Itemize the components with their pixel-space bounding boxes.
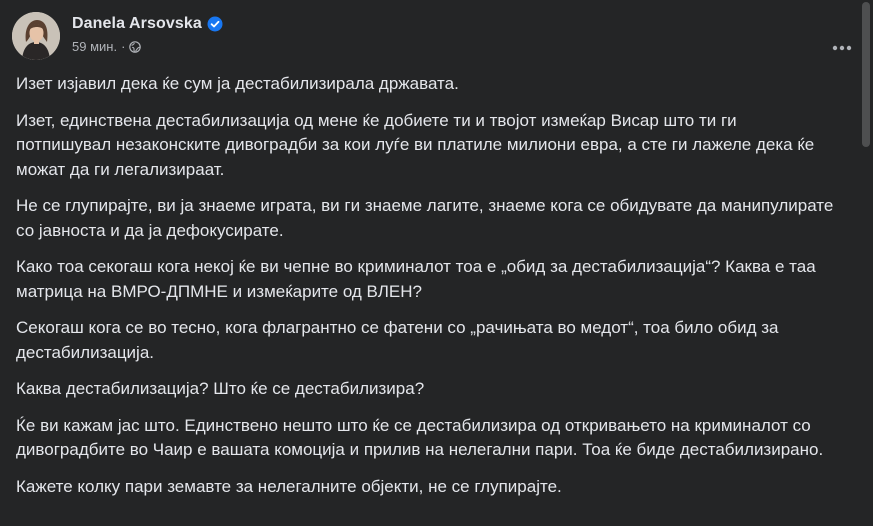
post-paragraph: Каква дестабилизација? Што ќе се дестаби… — [16, 379, 425, 398]
author-avatar[interactable] — [12, 12, 60, 60]
scrollbar[interactable] — [859, 0, 873, 526]
more-options-button[interactable] — [824, 30, 860, 66]
verified-badge-icon — [207, 16, 223, 32]
post-paragraph: Кажете колку пари земавте за нелегалните… — [16, 476, 562, 496]
author-name[interactable]: Danela Arsovska — [72, 15, 202, 33]
post-paragraph: Како тоа секогаш кога некој ќе ви чепне … — [16, 257, 816, 301]
post-meta: 59 мин. · — [72, 39, 142, 54]
post-paragraph: Не се глупирајте, ви ја знаеме играта, в… — [16, 196, 834, 240]
scrollbar-thumb[interactable] — [862, 2, 870, 147]
post-body: Изет изјавил дека ќе сум ја дестабилизир… — [16, 72, 836, 511]
post-header: Danela Arsovska 59 мин. · — [12, 12, 852, 60]
post-paragraph: Изет, единствена дестабилизација од мене… — [16, 110, 815, 179]
more-options-icon — [832, 45, 852, 51]
globe-icon[interactable] — [129, 40, 142, 53]
facebook-post: Danela Arsovska 59 мин. · Изет изјавил д… — [0, 0, 873, 526]
author-line: Danela Arsovska — [72, 15, 223, 33]
meta-separator: · — [121, 39, 126, 54]
post-paragraph: Ќе ви кажам јас што. Единствено нешто шт… — [16, 415, 824, 460]
post-paragraph: Секогаш кога се во тесно, кога флагрантн… — [16, 318, 779, 362]
post-paragraph: Изет изјавил дека ќе сум ја дестабилизир… — [16, 74, 459, 93]
post-timestamp[interactable]: 59 мин. — [72, 39, 117, 54]
